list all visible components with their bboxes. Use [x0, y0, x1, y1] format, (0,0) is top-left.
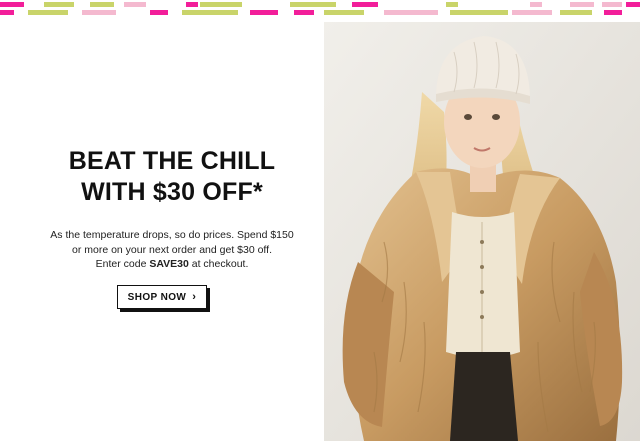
promo-block: BEAT THE CHILL WITH $30 OFF* As the temp… [22, 146, 322, 272]
description-line-1: As the temperature drops, so do prices. … [50, 229, 294, 241]
promo-description: As the temperature drops, so do prices. … [22, 228, 322, 272]
description-line-3: Enter code SAVE30 at checkout. [95, 258, 249, 270]
shop-now-button[interactable]: SHOP NOW › [117, 285, 207, 309]
headline-line-1: BEAT THE CHILL [68, 147, 276, 175]
decorative-color-bar [0, 0, 640, 22]
description-line-2: or more on your next order and get $30 o… [71, 243, 272, 256]
chevron-right-icon: › [192, 290, 197, 303]
shop-now-label: SHOP NOW [127, 291, 187, 303]
headline-line-2: WITH $30 OFF* [81, 178, 263, 206]
hero-photo-illustration [324, 22, 640, 441]
promo-headline: BEAT THE CHILL WITH $30 OFF* [22, 146, 322, 208]
hero-photo-model-fur-coat[interactable] [324, 22, 640, 441]
promo-code: SAVE30 [149, 258, 189, 270]
